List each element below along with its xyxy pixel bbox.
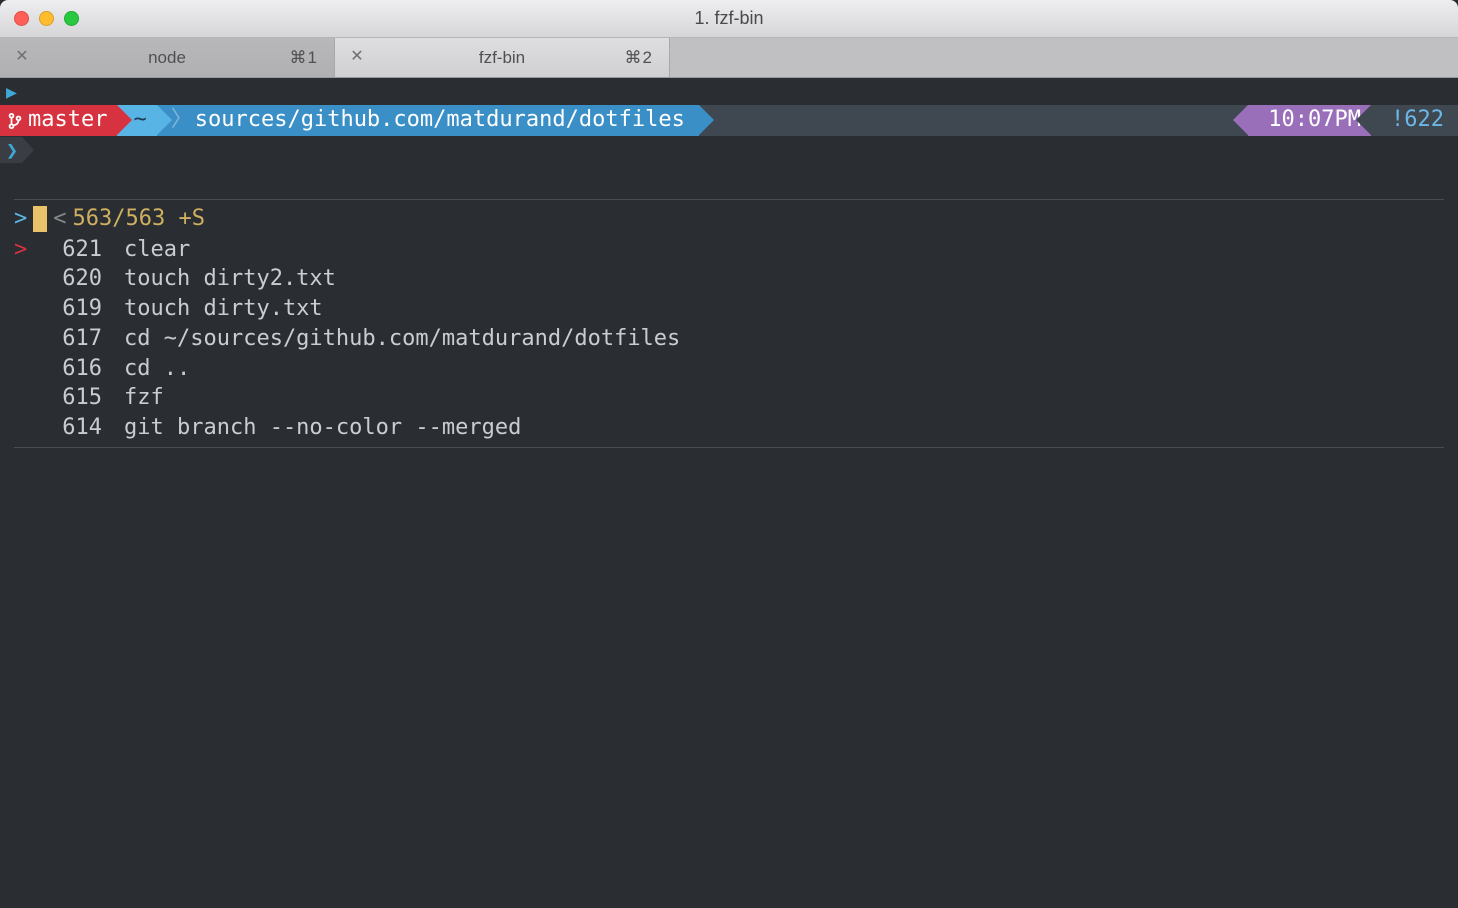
fzf-result-row[interactable]: > 621 clear <box>14 235 1458 265</box>
terminal-window: 1. fzf-bin ✕ node ⌘1 ✕ fzf-bin ⌘2 ▶ mast… <box>0 0 1458 908</box>
tab-node[interactable]: ✕ node ⌘1 <box>0 38 335 77</box>
fzf-selection-caret <box>14 383 42 413</box>
history-command: cd .. <box>124 354 190 384</box>
powerline-prompt: master ~ 〉 sources/github.com/matdurand/… <box>0 105 1458 136</box>
clock-time: 10:07PM <box>1268 105 1361 136</box>
git-branch-segment: master <box>0 105 117 136</box>
fzf-result-list[interactable]: > 621 clear 620 touch dirty2.txt 619 tou… <box>0 235 1458 443</box>
branch-name: master <box>28 105 107 136</box>
titlebar[interactable]: 1. fzf-bin <box>0 0 1458 38</box>
tab-bar: ✕ node ⌘1 ✕ fzf-bin ⌘2 <box>0 38 1458 78</box>
zoom-window-icon[interactable] <box>64 11 79 26</box>
history-number: 621 <box>42 235 124 265</box>
home-path: ~ <box>133 105 146 136</box>
fzf-selection-caret <box>14 294 42 324</box>
fzf-prompt-caret[interactable]: > <box>14 204 27 235</box>
close-window-icon[interactable] <box>14 11 29 26</box>
git-branch-icon <box>8 112 22 130</box>
history-count-segment: !622 <box>1371 105 1458 136</box>
cwd-path: sources/github.com/matdurand/dotfiles <box>195 105 685 136</box>
window-title: 1. fzf-bin <box>0 8 1458 29</box>
time-segment: 10:07PM <box>1248 105 1371 136</box>
traffic-lights <box>0 11 79 26</box>
history-number: 617 <box>42 324 124 354</box>
prompt-spacer <box>699 105 1248 136</box>
fzf-result-row[interactable]: 620 touch dirty2.txt <box>14 264 1458 294</box>
fzf-pointer-icon: < <box>53 204 66 235</box>
history-command: cd ~/sources/github.com/matdurand/dotfil… <box>124 324 680 354</box>
history-number: 620 <box>42 264 124 294</box>
prompt-right: 10:07PM !622 <box>1248 105 1458 136</box>
fzf-selection-caret <box>14 264 42 294</box>
history-number: 614 <box>42 413 124 443</box>
tab-shortcut: ⌘1 <box>290 48 318 68</box>
fzf-status-line: > < 563/563 +S <box>0 204 1458 235</box>
separator-line <box>14 199 1444 200</box>
minimize-window-icon[interactable] <box>39 11 54 26</box>
fzf-selection-caret <box>14 324 42 354</box>
fzf-result-row[interactable]: 616 cd .. <box>14 354 1458 384</box>
prompt-chevron-icon: ❯ <box>0 137 22 163</box>
history-number: 616 <box>42 354 124 384</box>
tab-shortcut: ⌘2 <box>625 48 653 68</box>
fzf-match-count: 563/563 +S <box>73 204 205 235</box>
history-command: git branch --no-color --merged <box>124 413 521 443</box>
history-badge: !622 <box>1391 105 1444 136</box>
fzf-result-row[interactable]: 619 touch dirty.txt <box>14 294 1458 324</box>
history-command: touch dirty.txt <box>124 294 323 324</box>
history-command: touch dirty2.txt <box>124 264 336 294</box>
history-number: 619 <box>42 294 124 324</box>
fzf-result-row[interactable]: 617 cd ~/sources/github.com/matdurand/do… <box>14 324 1458 354</box>
fzf-selection-caret: > <box>14 235 42 265</box>
tab-fzf-bin[interactable]: ✕ fzf-bin ⌘2 <box>335 38 670 77</box>
fzf-result-row[interactable]: 614 git branch --no-color --merged <box>14 413 1458 443</box>
text-cursor-icon[interactable] <box>33 206 47 232</box>
fzf-selection-caret <box>14 354 42 384</box>
separator-line <box>14 447 1444 448</box>
path-segment: 〉 sources/github.com/matdurand/dotfiles <box>157 105 699 136</box>
chevron-right-icon: 〉 <box>171 105 193 136</box>
history-command: fzf <box>124 383 164 413</box>
fzf-selection-caret <box>14 413 42 443</box>
history-number: 615 <box>42 383 124 413</box>
history-command: clear <box>124 235 190 265</box>
continuation-caret-icon: ▶ <box>0 78 1458 105</box>
terminal-body[interactable]: ▶ master ~ 〉 sources/github.com/matduran… <box>0 78 1458 908</box>
fzf-result-row[interactable]: 615 fzf <box>14 383 1458 413</box>
tab-label: node <box>0 48 334 68</box>
tab-label: fzf-bin <box>335 48 669 68</box>
